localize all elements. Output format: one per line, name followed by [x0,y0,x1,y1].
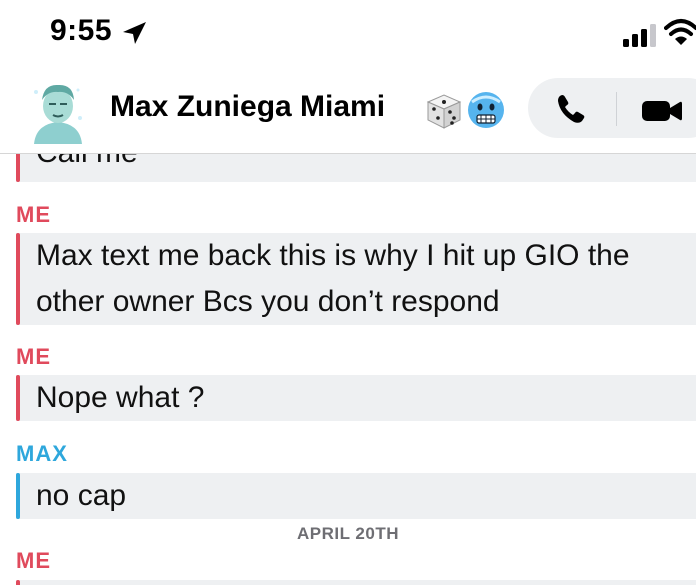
date-separator: APRIL 20TH [297,524,399,543]
sender-bar [16,154,20,182]
sender-label: MAX [16,441,68,466]
message-bubble: Call me [16,154,696,182]
status-bar: 9:55 [0,0,696,70]
message-list[interactable]: Call me ME Max text me back this is why … [0,154,696,585]
signal-icon [623,24,656,47]
status-time: 9:55 [50,14,113,47]
game-die-icon [426,94,462,129]
sender-label: ME [16,344,51,369]
message-text: Nope what ? [36,381,205,414]
phone-icon[interactable] [554,92,590,126]
contact-name[interactable]: Max Zuniega Miami [110,90,385,124]
message-text: no cap [36,479,127,512]
message-text-line-1: Max text me back this is why I hit up GI… [36,239,630,272]
sender-bar [16,375,20,421]
message-bubble: Max text me back this is why I hit up GI… [16,233,696,325]
sender-label: ME [16,202,51,227]
sender-label: ME [16,548,51,573]
wifi-icon [664,19,696,45]
message-bubble: no cap [16,473,696,519]
sender-bar [16,580,20,585]
chat-header: Max Zuniega Miami [0,70,696,154]
call-divider [616,92,617,126]
sender-bar [16,473,20,519]
message-text: Call me [36,154,138,176]
message-text-line-2: other owner Bcs you don’t respond [36,285,500,318]
message-bubble [16,580,696,585]
video-icon[interactable] [640,96,684,126]
cold-face-icon [468,92,504,128]
avatar[interactable] [28,78,88,144]
sender-bar [16,233,20,325]
location-arrow-icon [123,22,146,44]
message-bubble: Nope what ? [16,375,696,421]
